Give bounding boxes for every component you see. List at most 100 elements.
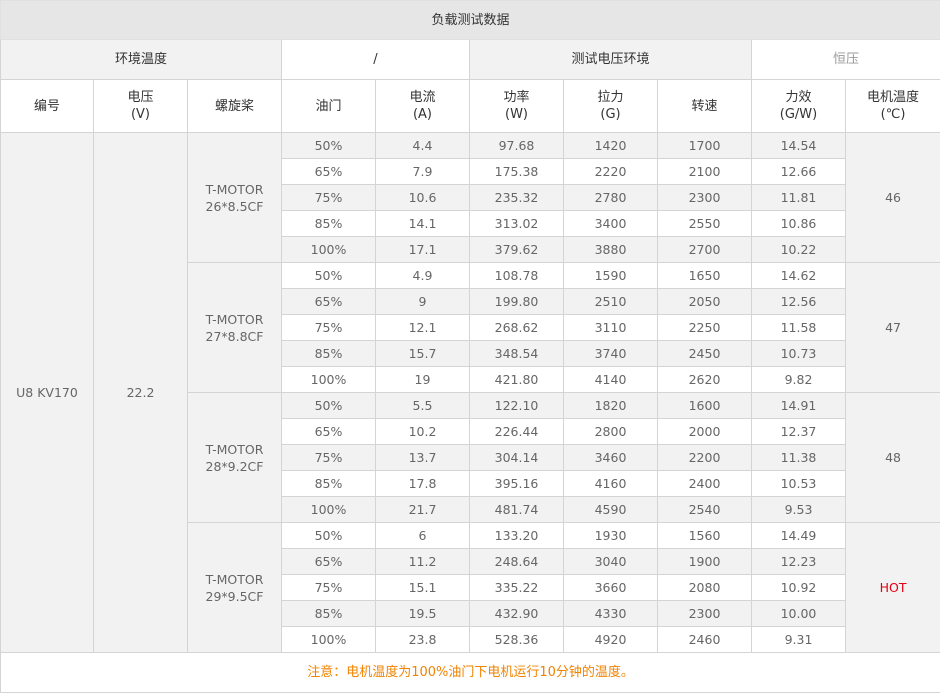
voltage-env-value: 恒压	[750, 39, 940, 80]
efficiency-cell: 11.38	[751, 444, 846, 471]
current-cell: 12.1	[375, 314, 470, 341]
current-cell: 5.5	[375, 392, 470, 419]
rpm-cell: 2000	[657, 418, 752, 445]
thrust-cell: 3740	[563, 340, 658, 367]
power-cell: 313.02	[469, 210, 564, 237]
efficiency-cell: 14.62	[751, 262, 846, 289]
header-label: 电压	[127, 90, 154, 105]
efficiency-cell: 10.86	[751, 210, 846, 237]
power-cell: 268.62	[469, 314, 564, 341]
power-cell: 97.68	[469, 132, 564, 159]
thrust-cell: 1930	[563, 522, 658, 549]
thrust-cell: 3880	[563, 236, 658, 263]
header-unit: (G)	[600, 107, 621, 122]
header-unit: (V)	[130, 107, 151, 122]
power-cell: 133.20	[469, 522, 564, 549]
power-cell: 395.16	[469, 470, 564, 497]
table-row: U8 KV170 22.2 T-MOTOR 26*8.5CF 50% 4.4 97.68 14…	[0, 132, 940, 653]
propeller-cell: T-MOTOR 28*9.2CF	[187, 392, 282, 523]
power-cell: 421.80	[469, 366, 564, 393]
motor-temp-cell: 47	[844, 262, 940, 393]
power-cell: 304.14	[469, 444, 564, 471]
throttle-cell: 50%	[281, 132, 376, 159]
power-cell: 248.64	[469, 548, 564, 575]
efficiency-cell: 9.53	[751, 496, 846, 523]
header-thrust: 拉力 (G)	[563, 79, 658, 133]
efficiency-cell: 12.66	[751, 158, 846, 185]
voltage-env-label: 测试电压环境	[469, 39, 752, 80]
rpm-cell: 1650	[657, 262, 752, 289]
current-cell: 19.5	[375, 600, 470, 627]
propeller-size: 27*8.8CF	[205, 328, 264, 344]
current-cell: 7.9	[375, 158, 470, 185]
rpm-cell: 1900	[657, 548, 752, 575]
rpm-cell: 2550	[657, 210, 752, 237]
thrust-cell: 3660	[563, 574, 658, 601]
motor-temp-cell: 48	[844, 392, 940, 523]
efficiency-cell: 10.92	[751, 574, 846, 601]
throttle-cell: 75%	[281, 314, 376, 341]
throttle-cell: 100%	[281, 626, 376, 653]
propeller-brand: T-MOTOR	[205, 441, 264, 457]
throttle-cell: 50%	[281, 262, 376, 289]
power-cell: 199.80	[469, 288, 564, 315]
power-cell: 432.90	[469, 600, 564, 627]
header-id: 编号	[0, 79, 94, 133]
rpm-cell: 2460	[657, 626, 752, 653]
rpm-cell: 1700	[657, 132, 752, 159]
throttle-cell: 65%	[281, 418, 376, 445]
thrust-cell: 2510	[563, 288, 658, 315]
thrust-cell: 3110	[563, 314, 658, 341]
header-label: 螺旋桨	[214, 98, 254, 114]
throttle-cell: 85%	[281, 600, 376, 627]
efficiency-cell: 11.81	[751, 184, 846, 211]
ambient-temp-value: /	[281, 39, 470, 80]
propeller-brand: T-MOTOR	[205, 311, 264, 327]
propeller-size: 26*8.5CF	[205, 198, 264, 214]
header-current: 电流 (A)	[375, 79, 470, 133]
current-cell: 9	[375, 288, 470, 315]
efficiency-cell: 12.56	[751, 288, 846, 315]
throttle-cell: 85%	[281, 210, 376, 237]
thrust-cell: 1420	[563, 132, 658, 159]
header-unit: (℃)	[880, 107, 906, 122]
header-label: 电机温度	[867, 90, 920, 105]
header-label: 油门	[315, 98, 342, 114]
current-cell: 6	[375, 522, 470, 549]
current-cell: 10.2	[375, 418, 470, 445]
efficiency-cell: 11.58	[751, 314, 846, 341]
thrust-cell: 2780	[563, 184, 658, 211]
efficiency-cell: 10.22	[751, 236, 846, 263]
rpm-cell: 2700	[657, 236, 752, 263]
throttle-cell: 100%	[281, 366, 376, 393]
efficiency-cell: 14.91	[751, 392, 846, 419]
efficiency-cell: 10.73	[751, 340, 846, 367]
current-cell: 15.7	[375, 340, 470, 367]
rpm-cell: 2050	[657, 288, 752, 315]
rpm-cell: 1560	[657, 522, 752, 549]
rpm-cell: 2100	[657, 158, 752, 185]
power-cell: 108.78	[469, 262, 564, 289]
header-unit: (G/W)	[779, 107, 818, 122]
throttle-cell: 85%	[281, 340, 376, 367]
thrust-cell: 1590	[563, 262, 658, 289]
current-cell: 17.1	[375, 236, 470, 263]
propeller-brand: T-MOTOR	[205, 571, 264, 587]
throttle-cell: 50%	[281, 522, 376, 549]
header-label: 力效	[785, 90, 812, 105]
power-cell: 175.38	[469, 158, 564, 185]
thrust-cell: 4330	[563, 600, 658, 627]
thrust-cell: 2800	[563, 418, 658, 445]
throttle-cell: 75%	[281, 184, 376, 211]
propeller-cell: T-MOTOR 26*8.5CF	[187, 132, 282, 263]
header-rpm: 转速	[657, 79, 752, 133]
current-cell: 21.7	[375, 496, 470, 523]
header-label: 拉力	[597, 90, 624, 105]
rpm-cell: 2250	[657, 314, 752, 341]
efficiency-cell: 10.00	[751, 600, 846, 627]
rpm-cell: 2620	[657, 366, 752, 393]
environment-row: 环境温度 / 测试电压环境 恒压	[0, 39, 940, 80]
throttle-cell: 100%	[281, 236, 376, 263]
power-cell: 528.36	[469, 626, 564, 653]
current-cell: 19	[375, 366, 470, 393]
